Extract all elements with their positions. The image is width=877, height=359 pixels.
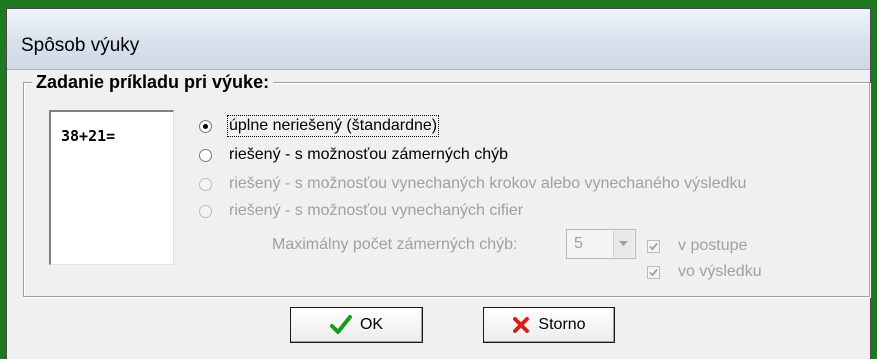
check-label: vo výsledku [678, 263, 762, 280]
ok-label: OK [359, 316, 384, 333]
checkmark-icon [649, 268, 658, 276]
example-text: 38+21= [61, 127, 116, 145]
chevron-down-icon [619, 241, 628, 246]
option-unsolved[interactable]: úplne neriešený (štandardne) [199, 114, 440, 138]
radio-button [199, 204, 212, 218]
radio-button [199, 177, 212, 191]
window-title: Spôsob výuky [21, 35, 140, 56]
option-label: riešený - s možnosťou zámerných chýb [229, 146, 508, 163]
dropdown-button [613, 231, 634, 257]
title-bar[interactable]: Spôsob výuky [7, 9, 870, 70]
group-legend: Zadanie príkladu pri výuke: [32, 72, 274, 93]
option-label: riešený - s možnosťou vynechaných krokov… [229, 175, 747, 192]
option-solved-errors[interactable]: riešený - s možnosťou zámerných chýb [199, 143, 508, 167]
option-solved-missing-steps: riešený - s možnosťou vynechaných krokov… [199, 172, 746, 196]
x-icon [512, 316, 530, 334]
option-solved-missing-digits: riešený - s možnosťou vynechaných cifier [199, 199, 523, 223]
checkmark-icon [329, 315, 352, 335]
checkbox [647, 265, 660, 279]
radio-button[interactable] [199, 148, 212, 162]
option-label: úplne neriešený (štandardne) [226, 115, 440, 137]
checkbox [647, 239, 660, 253]
example-preview: 38+21= [49, 110, 174, 265]
max-errors-value: 5 [574, 235, 583, 252]
max-errors-select: 5 [566, 229, 636, 259]
cancel-button[interactable]: Storno [483, 307, 615, 343]
check-in-process: v postupe [647, 236, 747, 256]
ok-button[interactable]: OK [290, 307, 423, 343]
max-errors-label: Maximálny počet zámerných chýb: [272, 236, 518, 253]
check-in-result: vo výsledku [647, 262, 762, 282]
checkmark-icon [649, 242, 658, 250]
cancel-label: Storno [538, 316, 586, 333]
option-label: riešený - s možnosťou vynechaných cifier [229, 202, 524, 219]
check-label: v postupe [678, 237, 748, 254]
radio-button[interactable] [199, 119, 212, 133]
